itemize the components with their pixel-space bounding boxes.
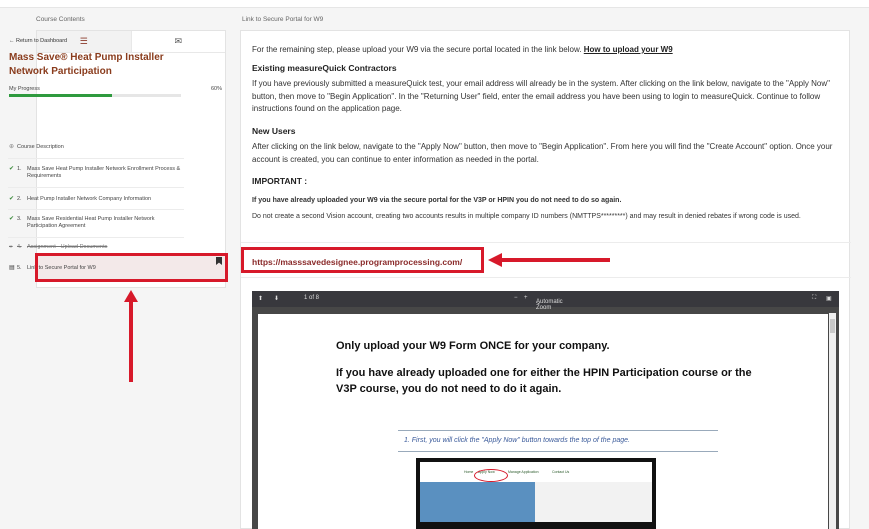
divider	[8, 187, 184, 188]
screenshot-image-area	[535, 482, 652, 522]
lesson-number: 1.	[17, 166, 22, 172]
return-to-dashboard-link[interactable]: ← Return to Dashboard	[9, 38, 67, 44]
return-label: Return to Dashboard	[16, 38, 68, 44]
course-contents-label: Course Contents	[36, 16, 85, 23]
lesson-number: 4.	[17, 244, 22, 250]
important-bold-text: If you have already uploaded your W9 via…	[252, 197, 622, 204]
course-title: Mass Save® Heat Pump Installer Network P…	[9, 52, 164, 77]
page: Course Contents Link to Secure Portal fo…	[0, 0, 869, 529]
pdf-scrollbar[interactable]	[829, 313, 836, 529]
divider	[8, 237, 184, 238]
list-icon: ☰	[79, 36, 88, 46]
lesson-label: Mass Save Residential Heat Pump Installe…	[27, 216, 155, 229]
highlight-box-link	[241, 247, 484, 273]
lesson-label: Assignment - Upload Documents	[27, 244, 108, 250]
check-icon: ✔	[9, 216, 15, 222]
progress-fill	[9, 94, 113, 97]
pdf-heading-1: Only upload your W9 Form ONCE for your c…	[336, 340, 610, 352]
chevron-down-icon: ⌄	[536, 300, 542, 306]
main-section-label: Link to Secure Portal for W9	[242, 16, 324, 23]
how-to-upload-link[interactable]: How to upload your W9	[584, 45, 673, 54]
zoom-out-icon[interactable]: −	[514, 295, 518, 301]
highlight-box-sidebar	[35, 253, 228, 282]
pdf-heading-2: If you have already uploaded one for eit…	[336, 367, 752, 395]
intro-paragraph: For the remaining step, please upload yo…	[252, 44, 847, 57]
page-indicator[interactable]: 1 of 8	[304, 295, 319, 301]
arrow-up-icon[interactable]: ⬆	[258, 295, 263, 302]
top-strip	[0, 0, 869, 8]
arrow-down-icon[interactable]: ⬇	[274, 295, 279, 302]
nav-contact: Contact Us	[552, 470, 570, 474]
nav-home: Home	[464, 470, 474, 474]
lesson-item-1[interactable]: ✔ 1. Mass Save Heat Pump Installer Network…	[9, 166, 185, 180]
pdf-viewer: ⬆ ⬇ 1 of 8 − + Automatic Zoom ⌄ ⛶ ▣ Only…	[252, 291, 839, 529]
zoom-in-icon[interactable]: +	[524, 295, 528, 301]
red-up-arrow	[124, 290, 138, 382]
divider	[8, 209, 184, 210]
important-text: Do not create a second Vision account, c…	[252, 213, 801, 220]
info-icon: ⊕	[9, 144, 15, 150]
lesson-item-3[interactable]: ✔ 3. Mass Save Residential Heat Pump Insta…	[9, 216, 185, 230]
download-icon[interactable]: ▣	[826, 295, 832, 302]
course-description-item[interactable]: ⊕ Course Description	[9, 144, 185, 151]
pdf-toolbar: ⬆ ⬇ 1 of 8 − + Automatic Zoom ⌄ ⛶ ▣	[252, 291, 839, 311]
lesson-label: Mass Save Heat Pump Installer Network En…	[27, 166, 181, 179]
red-left-arrow	[488, 253, 610, 267]
new-users-text: After clicking on the link below, naviga…	[252, 142, 833, 164]
check-icon: ✔	[9, 166, 15, 172]
scroll-thumb[interactable]	[830, 319, 835, 333]
screenshot-image: Home Apply Now Manage Application Contac…	[416, 458, 656, 529]
important-heading: IMPORTANT :	[252, 176, 308, 186]
lesson-label: Heat Pump Installer Network Company Info…	[27, 196, 152, 202]
lesson-item-4[interactable]: ○ 4. Assignment - Upload Documents	[9, 244, 185, 251]
divider	[241, 242, 851, 243]
progress-bar	[9, 94, 181, 97]
check-icon: ✔	[9, 196, 15, 202]
red-circle	[474, 469, 508, 482]
course-description-label: Course Description	[17, 144, 64, 150]
document-icon: ▤	[9, 265, 15, 271]
lesson-number: 5.	[17, 265, 22, 271]
pdf-step-1: 1. First, you will click the "Apply Now"…	[398, 430, 718, 452]
pdf-page: Only upload your W9 Form ONCE for your c…	[258, 314, 828, 529]
divider	[241, 277, 851, 278]
arrow-left-icon: ←	[9, 38, 15, 44]
existing-heading: Existing measureQuick Contractors	[252, 63, 397, 73]
tab-messages[interactable]: ✉	[132, 31, 226, 52]
existing-text: If you have previously submitted a measu…	[252, 79, 830, 113]
nav-manage: Manage Application	[508, 470, 539, 474]
lesson-number: 2.	[17, 196, 22, 202]
divider	[8, 158, 184, 159]
lesson-number: 3.	[17, 216, 22, 222]
circle-icon: ○	[9, 244, 13, 250]
screenshot-banner	[420, 482, 535, 522]
fullscreen-icon[interactable]: ⛶	[812, 295, 816, 302]
lesson-item-2[interactable]: ✔ 2. Heat Pump Installer Network Company I…	[9, 196, 185, 203]
new-users-heading: New Users	[252, 126, 296, 136]
screenshot-nav: Home Apply Now Manage Application Contac…	[420, 462, 652, 482]
progress-percent: 60%	[211, 86, 223, 92]
intro-text: For the remaining step, please upload yo…	[252, 45, 582, 54]
progress-label: My Progress	[9, 86, 40, 92]
envelope-icon: ✉	[174, 36, 183, 46]
